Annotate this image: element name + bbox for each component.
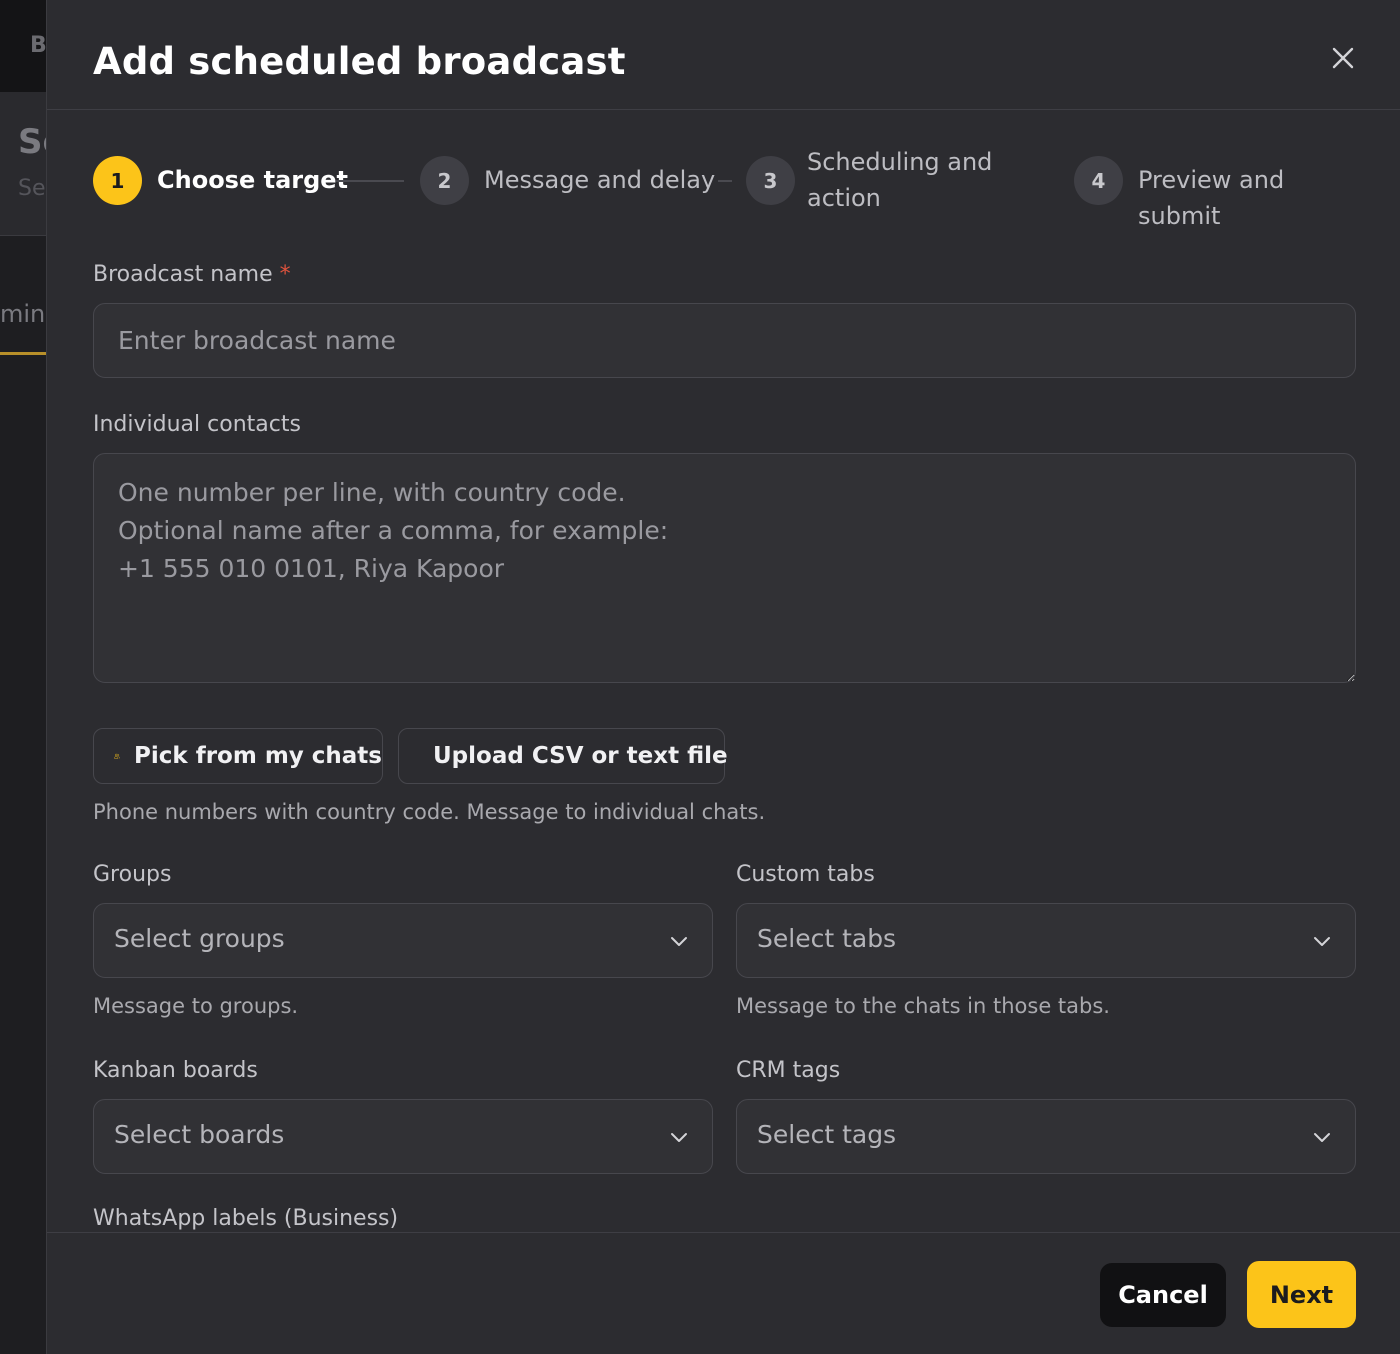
modal-footer: Cancel Next xyxy=(47,1232,1400,1354)
groups-help: Message to groups. xyxy=(93,994,299,1018)
step-3-number: 3 xyxy=(746,156,795,205)
crm-tags-label: CRM tags xyxy=(736,1058,841,1083)
pick-from-chats-button[interactable]: Pick from my chats xyxy=(93,728,383,784)
individual-contacts-textarea[interactable] xyxy=(93,453,1356,683)
kanban-boards-select[interactable]: Select boards xyxy=(93,1099,713,1174)
kanban-boards-label: Kanban boards xyxy=(93,1058,258,1083)
background-tab-indicator xyxy=(0,352,46,355)
step-4-number: 4 xyxy=(1074,156,1123,205)
background-tab: min xyxy=(0,300,46,328)
modal-header: Add scheduled broadcast xyxy=(47,0,1400,110)
individual-contacts-help: Phone numbers with country code. Message… xyxy=(93,800,766,824)
step-connector xyxy=(336,180,404,182)
broadcast-name-label-text: Broadcast name xyxy=(93,262,273,287)
crm-tags-select[interactable]: Select tags xyxy=(736,1099,1356,1174)
background-topbar: B xyxy=(0,0,46,92)
cancel-button[interactable]: Cancel xyxy=(1100,1263,1226,1327)
broadcast-modal: Add scheduled broadcast 1 Choose target … xyxy=(46,0,1400,1354)
broadcast-name-label: Broadcast name * xyxy=(93,262,291,287)
stepper: 1 Choose target 2 Message and delay 3 Sc… xyxy=(93,140,1363,230)
close-button[interactable] xyxy=(1327,42,1359,74)
step-2-label: Message and delay xyxy=(484,166,716,194)
crm-tags-select-value: Select tags xyxy=(757,1120,897,1149)
step-4-label: Preview and submit xyxy=(1138,166,1285,230)
chevron-down-icon xyxy=(1314,1133,1330,1142)
modal-title: Add scheduled broadcast xyxy=(93,40,626,83)
step-connector xyxy=(718,180,732,182)
custom-tabs-label: Custom tabs xyxy=(736,862,875,887)
next-button[interactable]: Next xyxy=(1247,1261,1356,1328)
groups-label: Groups xyxy=(93,862,172,887)
required-mark: * xyxy=(279,262,291,287)
chevron-down-icon xyxy=(1314,937,1330,946)
background-subtitle: Se xyxy=(18,176,46,201)
upload-csv-label: Upload CSV or text file xyxy=(433,743,728,769)
kanban-boards-select-value: Select boards xyxy=(114,1120,285,1149)
custom-tabs-select-value: Select tabs xyxy=(757,924,897,953)
broadcast-name-input[interactable] xyxy=(93,303,1356,378)
chevron-down-icon xyxy=(671,1133,687,1142)
custom-tabs-help: Message to the chats in those tabs. xyxy=(736,994,1110,1018)
background-topbar-text: B xyxy=(30,33,46,58)
pick-from-chats-label: Pick from my chats xyxy=(134,743,382,769)
background-app: B Se Se min xyxy=(0,0,46,1354)
upload-csv-button[interactable]: Upload CSV or text file xyxy=(398,728,728,784)
step-2-number: 2 xyxy=(420,156,469,205)
step-3-label-line1: Scheduling and xyxy=(807,148,993,176)
groups-select-value: Select groups xyxy=(114,924,285,953)
background-title: Se xyxy=(18,122,46,162)
whatsapp-labels-label: WhatsApp labels (Business) xyxy=(93,1206,399,1231)
groups-select[interactable]: Select groups xyxy=(93,903,713,978)
step-1-label: Choose target xyxy=(157,166,349,194)
background-header: Se Se xyxy=(0,92,46,236)
step-3-label-line2: action xyxy=(807,184,881,212)
chevron-down-icon xyxy=(671,937,687,946)
custom-tabs-select[interactable]: Select tabs xyxy=(736,903,1356,978)
step-1-number: 1 xyxy=(93,156,142,205)
users-icon xyxy=(114,753,120,759)
individual-contacts-label: Individual contacts xyxy=(93,412,301,437)
close-icon xyxy=(1332,47,1354,69)
